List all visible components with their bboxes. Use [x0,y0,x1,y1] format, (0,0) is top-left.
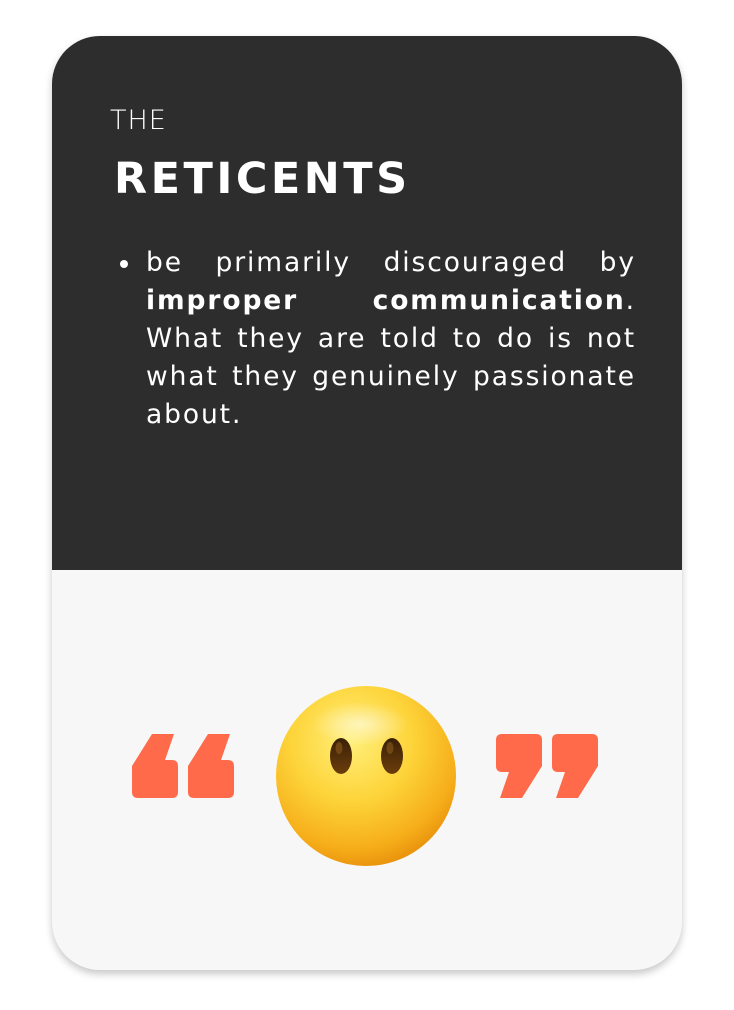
card-eyebrow: THE [110,105,167,136]
persona-card: THE RETICENTS be primarily discouraged b… [52,36,682,970]
card-title: RETICENTS [114,154,411,204]
description-text-bold: improper communication [146,285,626,316]
description-list: be primarily discouraged by improper com… [118,244,636,434]
bullet-dot [120,260,128,268]
description-item: be primarily discouraged by improper com… [118,244,636,434]
face-without-mouth-icon [276,686,456,866]
description-text-before: be primarily discouraged by [146,247,636,278]
card-header-panel: THE RETICENTS be primarily discouraged b… [52,36,682,570]
close-quote-icon [496,734,598,798]
open-quote-icon [132,734,234,798]
